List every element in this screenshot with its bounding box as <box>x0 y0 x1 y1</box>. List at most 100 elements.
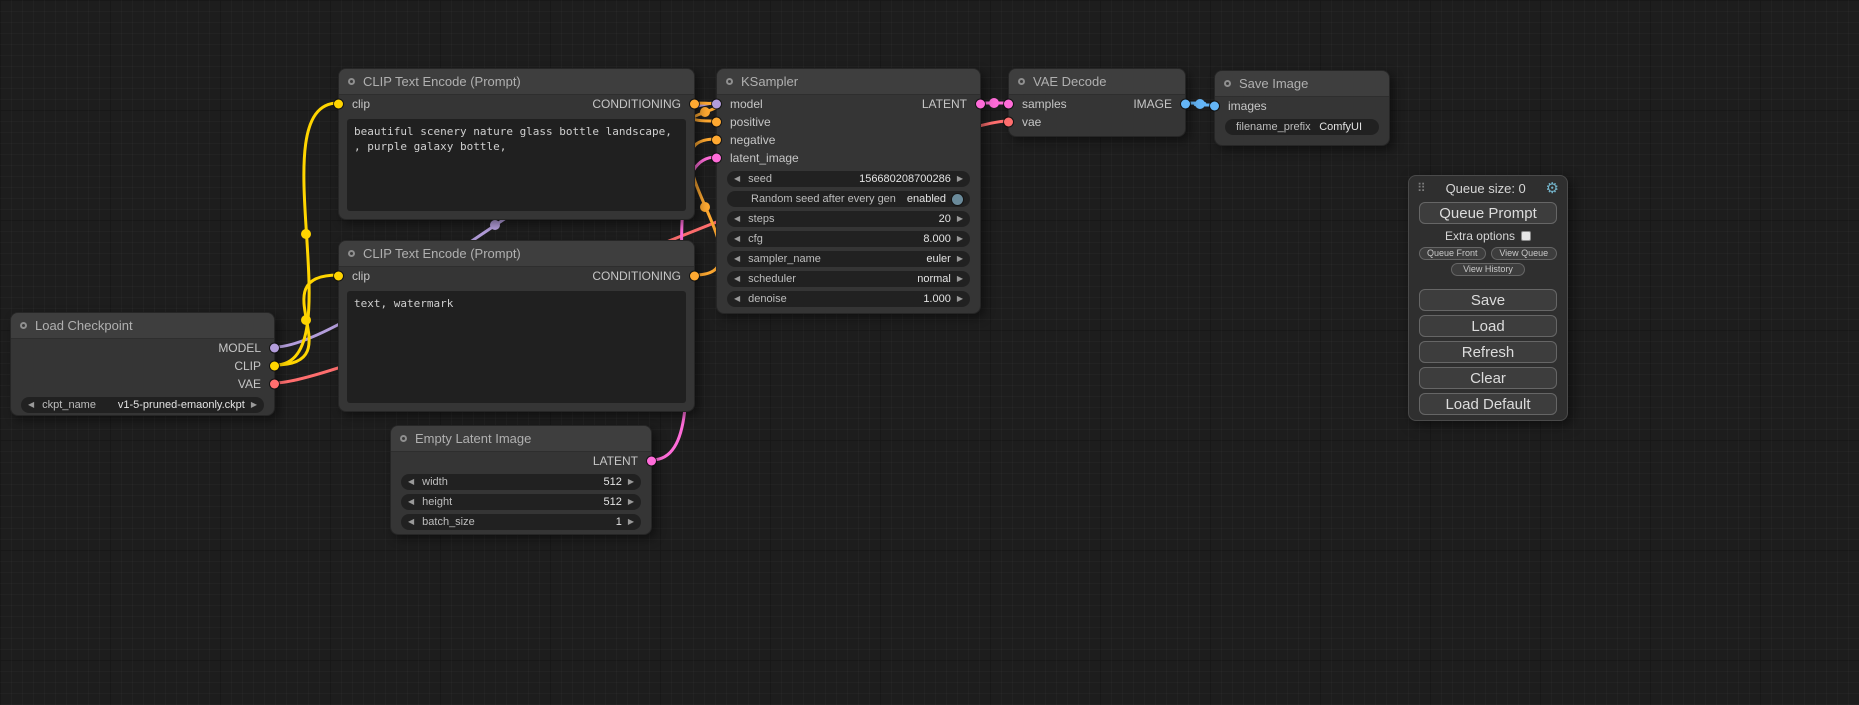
filename-prefix-widget[interactable]: filename_prefix ComfyUI <box>1225 119 1379 135</box>
decrement-arrow-icon[interactable]: ◀ <box>408 478 414 486</box>
node-title: Save Image <box>1239 76 1308 91</box>
collapse-dot-icon[interactable] <box>400 435 407 442</box>
save-button[interactable]: Save <box>1419 289 1557 311</box>
node-vae-decode[interactable]: VAE Decode samples IMAGE vae <box>1008 68 1186 137</box>
node-title-bar[interactable]: KSampler <box>717 69 980 95</box>
scheduler-widget[interactable]: ◀ scheduler normal ▶ <box>727 271 970 287</box>
node-title-bar[interactable]: Empty Latent Image <box>391 426 651 452</box>
clip-output-port[interactable] <box>270 362 279 371</box>
node-title-bar[interactable]: Load Checkpoint <box>11 313 274 339</box>
widget-value: 512 <box>603 496 621 508</box>
port-row: clip CONDITIONING <box>339 267 694 285</box>
clear-button[interactable]: Clear <box>1419 367 1557 389</box>
increment-arrow-icon[interactable]: ▶ <box>957 295 963 303</box>
node-title: CLIP Text Encode (Prompt) <box>363 74 521 89</box>
node-title-bar[interactable]: CLIP Text Encode (Prompt) <box>339 241 694 267</box>
clip-input-port[interactable] <box>334 100 343 109</box>
negative-input-port[interactable] <box>712 136 721 145</box>
cfg-widget[interactable]: ◀ cfg 8.000 ▶ <box>727 231 970 247</box>
decrement-arrow-icon[interactable]: ◀ <box>734 215 740 223</box>
sampler-name-widget[interactable]: ◀ sampler_name euler ▶ <box>727 251 970 267</box>
port-label: model <box>730 97 763 111</box>
port-label: clip <box>352 97 370 111</box>
latent-output-port[interactable] <box>647 457 656 466</box>
node-load-checkpoint[interactable]: Load Checkpoint MODEL CLIP VAE ◀ ckpt_na… <box>10 312 275 416</box>
decrement-arrow-icon[interactable]: ◀ <box>734 275 740 283</box>
wire-conditioning-midpoint-dot <box>700 107 710 117</box>
node-ksampler[interactable]: KSampler model LATENT positive negative … <box>716 68 981 314</box>
queue-prompt-button[interactable]: Queue Prompt <box>1419 202 1557 224</box>
ckpt-name-widget[interactable]: ◀ ckpt_name v1-5-pruned-emaonly.ckpt ▶ <box>21 397 264 413</box>
conditioning-output-port[interactable] <box>690 272 699 281</box>
load-button[interactable]: Load <box>1419 315 1557 337</box>
port-label: CLIP <box>234 359 261 373</box>
wire-clip-midpoint-dot <box>301 229 311 239</box>
clip-input-port[interactable] <box>334 272 343 281</box>
latent-image-input-port[interactable] <box>712 154 721 163</box>
decrement-arrow-icon[interactable]: ◀ <box>734 295 740 303</box>
toggle-indicator-icon[interactable] <box>952 194 963 205</box>
model-input-port[interactable] <box>712 100 721 109</box>
conditioning-output-port[interactable] <box>690 100 699 109</box>
extra-options-checkbox[interactable] <box>1521 231 1531 241</box>
positive-input-port[interactable] <box>712 118 721 127</box>
widget-name: height <box>422 496 452 508</box>
collapse-dot-icon[interactable] <box>348 250 355 257</box>
collapse-dot-icon[interactable] <box>1224 80 1231 87</box>
node-title-bar[interactable]: VAE Decode <box>1009 69 1185 95</box>
decrement-arrow-icon[interactable]: ◀ <box>734 175 740 183</box>
node-canvas[interactable]: Load Checkpoint MODEL CLIP VAE ◀ ckpt_na… <box>0 0 1859 705</box>
positive-prompt-textarea[interactable]: beautiful scenery nature glass bottle la… <box>347 119 686 211</box>
node-save-image[interactable]: Save Image images filename_prefix ComfyU… <box>1214 70 1390 146</box>
steps-widget[interactable]: ◀ steps 20 ▶ <box>727 211 970 227</box>
node-title-bar[interactable]: Save Image <box>1215 71 1389 97</box>
load-default-button[interactable]: Load Default <box>1419 393 1557 415</box>
node-empty-latent-image[interactable]: Empty Latent Image LATENT ◀ width 512 ▶ … <box>390 425 652 535</box>
images-input-port[interactable] <box>1210 102 1219 111</box>
model-output-port[interactable] <box>270 344 279 353</box>
denoise-widget[interactable]: ◀ denoise 1.000 ▶ <box>727 291 970 307</box>
latent-output-port[interactable] <box>976 100 985 109</box>
decrement-arrow-icon[interactable]: ◀ <box>28 401 34 409</box>
height-widget[interactable]: ◀ height 512 ▶ <box>401 494 641 510</box>
increment-arrow-icon[interactable]: ▶ <box>251 401 257 409</box>
view-history-button[interactable]: View History <box>1451 263 1525 276</box>
vae-input-port[interactable] <box>1004 118 1013 127</box>
node-clip-text-encode-positive[interactable]: CLIP Text Encode (Prompt) clip CONDITION… <box>338 68 695 220</box>
collapse-dot-icon[interactable] <box>726 78 733 85</box>
increment-arrow-icon[interactable]: ▶ <box>957 175 963 183</box>
batch-size-widget[interactable]: ◀ batch_size 1 ▶ <box>401 514 641 530</box>
decrement-arrow-icon[interactable]: ◀ <box>734 255 740 263</box>
decrement-arrow-icon[interactable]: ◀ <box>734 235 740 243</box>
increment-arrow-icon[interactable]: ▶ <box>957 215 963 223</box>
refresh-button[interactable]: Refresh <box>1419 341 1557 363</box>
random-seed-toggle-widget[interactable]: Random seed after every gen enabled <box>727 191 970 207</box>
widget-name: ckpt_name <box>42 399 96 411</box>
collapse-dot-icon[interactable] <box>1018 78 1025 85</box>
node-title: VAE Decode <box>1033 74 1106 89</box>
increment-arrow-icon[interactable]: ▶ <box>957 275 963 283</box>
increment-arrow-icon[interactable]: ▶ <box>957 255 963 263</box>
samples-input-port[interactable] <box>1004 100 1013 109</box>
collapse-dot-icon[interactable] <box>348 78 355 85</box>
view-queue-button[interactable]: View Queue <box>1491 247 1558 260</box>
seed-widget[interactable]: ◀ seed 156680208700286 ▶ <box>727 171 970 187</box>
decrement-arrow-icon[interactable]: ◀ <box>408 518 414 526</box>
width-widget[interactable]: ◀ width 512 ▶ <box>401 474 641 490</box>
settings-gear-icon[interactable]: ⚙ <box>1546 179 1559 197</box>
negative-prompt-textarea[interactable]: text, watermark <box>347 291 686 403</box>
node-title-bar[interactable]: CLIP Text Encode (Prompt) <box>339 69 694 95</box>
image-output-port[interactable] <box>1181 100 1190 109</box>
output-row-clip: CLIP <box>11 357 274 375</box>
node-clip-text-encode-negative[interactable]: CLIP Text Encode (Prompt) clip CONDITION… <box>338 240 695 412</box>
vae-output-port[interactable] <box>270 380 279 389</box>
collapse-dot-icon[interactable] <box>20 322 27 329</box>
increment-arrow-icon[interactable]: ▶ <box>957 235 963 243</box>
widget-value: v1-5-pruned-emaonly.ckpt <box>118 399 245 411</box>
increment-arrow-icon[interactable]: ▶ <box>628 518 634 526</box>
increment-arrow-icon[interactable]: ▶ <box>628 478 634 486</box>
decrement-arrow-icon[interactable]: ◀ <box>408 498 414 506</box>
queue-front-button[interactable]: Queue Front <box>1419 247 1486 260</box>
drag-handle-icon[interactable]: ⠿ <box>1417 181 1426 195</box>
increment-arrow-icon[interactable]: ▶ <box>628 498 634 506</box>
